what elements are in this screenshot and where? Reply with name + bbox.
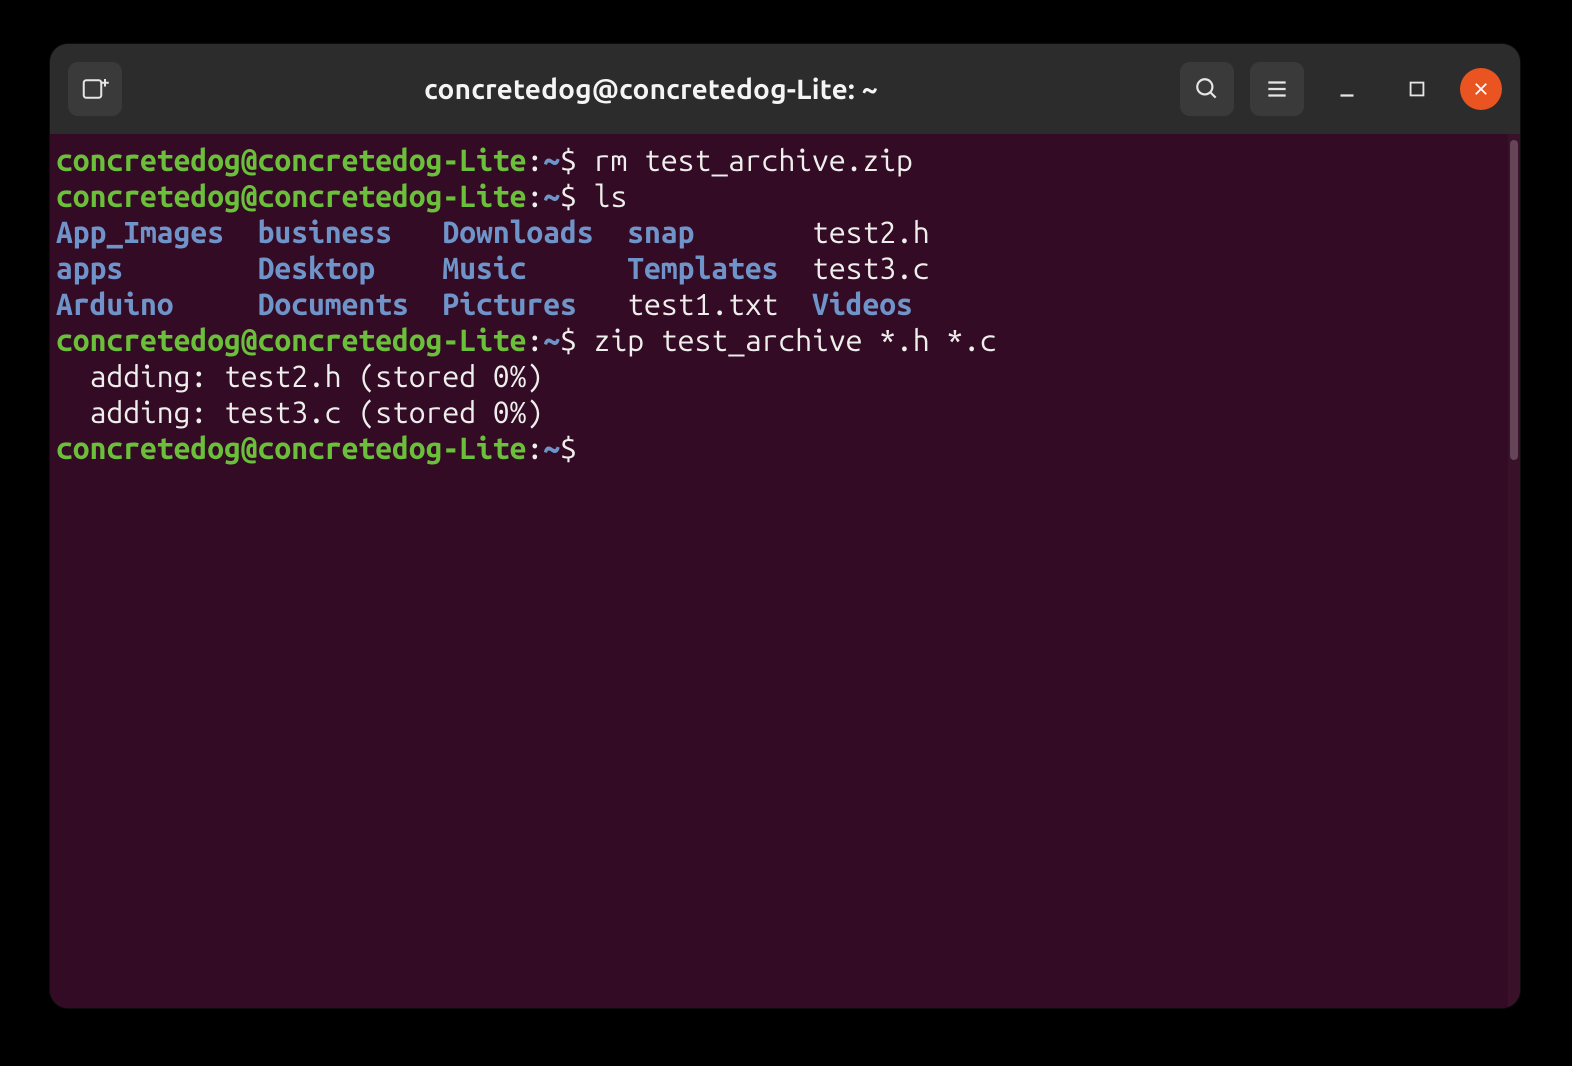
search-button[interactable] [1180, 62, 1234, 116]
scrollbar-thumb[interactable] [1510, 140, 1518, 460]
maximize-button[interactable] [1390, 62, 1444, 116]
terminal-output[interactable]: concretedog@concretedog-Lite:~$ rm test_… [50, 134, 1508, 1008]
title-bar: concretedog@concretedog-Lite: ~ [50, 44, 1520, 134]
minimize-button[interactable] [1320, 62, 1374, 116]
terminal-window: concretedog@concretedog-Lite: ~ [50, 44, 1520, 1008]
menu-button[interactable] [1250, 62, 1304, 116]
new-tab-button[interactable] [68, 62, 122, 116]
scrollbar[interactable] [1508, 134, 1520, 1008]
close-button[interactable] [1460, 68, 1502, 110]
terminal-body: concretedog@concretedog-Lite:~$ rm test_… [50, 134, 1520, 1008]
window-title: concretedog@concretedog-Lite: ~ [424, 74, 878, 105]
